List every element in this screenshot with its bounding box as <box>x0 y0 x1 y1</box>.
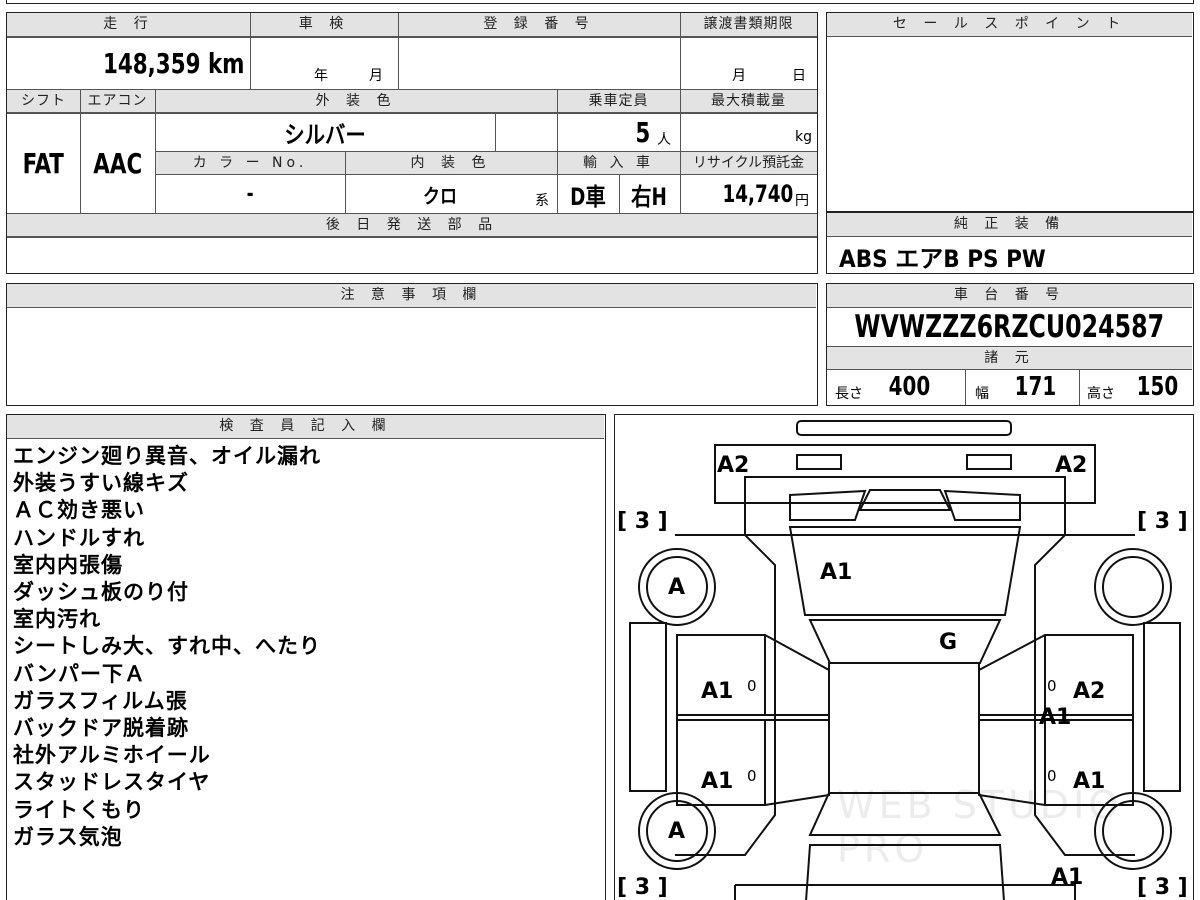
height-label: 高さ <box>1087 386 1115 402</box>
top-strip <box>6 0 1194 4</box>
mileage-value: 148,359 km <box>102 46 244 80</box>
mark-right-front-door: A2 <box>1073 679 1106 704</box>
inspector-note: バンパー下Ａ <box>13 661 147 686</box>
inspector-note: ガラスフィルム張 <box>13 688 188 713</box>
inspector-header: 検 査 員 記 入 欄 <box>7 415 604 439</box>
inspector-note: ＡＣ効き悪い <box>13 498 145 523</box>
capacity-unit: 人 <box>657 132 671 148</box>
exterior-color-value: シルバー <box>284 120 366 149</box>
mark-windshield: A1 <box>820 560 853 585</box>
inspector-note: ガラス気泡 <box>13 824 123 849</box>
aircon-value: AAC <box>93 146 142 180</box>
inspection-month: 月 <box>369 68 383 84</box>
damage-diagram-box: WEB STUDIO PRO [3] [3] [3] [3] A… <box>614 414 1194 900</box>
inspection-header: 車 検 <box>250 13 398 37</box>
inspector-notes: エンジン廻り異音、オイル漏れ 外装うすい線キズ ＡＣ効き悪い ハンドルすれ 室内内張傷ダ… <box>13 443 321 851</box>
max-load-unit: kg <box>795 129 812 145</box>
inspector-note: ハンドルすれ <box>13 525 145 550</box>
mark-zero-1: 0 <box>747 677 757 695</box>
inspector-note: 社外アルミホイール <box>13 743 211 768</box>
shift-header: シフト <box>7 89 80 113</box>
mileage-header: 走 行 <box>7 13 250 37</box>
shift-value: FAT <box>22 146 65 180</box>
inspector-note: スタッドレスタイヤ <box>13 770 211 795</box>
height-value: 150 <box>1136 372 1179 402</box>
mark-zero-4: 0 <box>1047 767 1057 785</box>
mark-rear-right: A1 <box>1051 865 1084 890</box>
transfer-deadline-header: 譲渡書類期限 <box>680 13 817 37</box>
mark-right-rear-door: A1 <box>1073 769 1106 794</box>
interior-color-suffix: 系 <box>535 193 549 209</box>
sales-point-header: セ ー ル ス ポ イ ン ト <box>827 13 1192 37</box>
color-no-header: カ ラ ー No. <box>155 151 345 175</box>
deadline-month: 月 <box>732 68 746 84</box>
inspector-note: ダッシュ板のり付 <box>13 580 189 605</box>
inspector-box: 検 査 員 記 入 欄 エンジン廻り異音、オイル漏れ 外装うすい線キズ ＡＣ効き悪い… <box>6 414 606 900</box>
inspector-note: バックドア脱着跡 <box>13 716 189 741</box>
inspector-note: エンジン廻り異音、オイル漏れ <box>13 444 321 468</box>
caution-box: 注 意 事 項 欄 <box>6 283 818 406</box>
capacity-header: 乗車定員 <box>557 89 680 113</box>
mark-wheel-rear-left: A <box>668 819 686 844</box>
mark-left-front-door: A1 <box>701 679 734 704</box>
max-load-header: 最大積載量 <box>680 89 817 113</box>
equipment-box: 純 正 装 備 ABS エアB PS PW <box>826 212 1194 274</box>
chassis-header: 車 台 番 号 <box>827 284 1192 308</box>
aircon-header: エアコン <box>80 89 155 113</box>
sales-point-box: セ ー ル ス ポ イ ン ト <box>826 12 1194 212</box>
deadline-day: 日 <box>792 68 806 84</box>
mark-zero-3: 0 <box>1047 677 1057 695</box>
mark-zero-2: 0 <box>747 767 757 785</box>
chassis-box: 車 台 番 号 WVWZZZ6RZCU024587 諸 元 長さ 400 幅 1… <box>826 283 1194 406</box>
inspector-note: 室内汚れ <box>13 607 101 632</box>
recycle-unit: 円 <box>795 193 809 209</box>
exterior-color-header: 外 装 色 <box>155 89 557 113</box>
chassis-number: WVWZZZ6RZCU024587 <box>854 309 1165 345</box>
mark-wheel-front-left: A <box>668 575 686 600</box>
tire-front-right: [ 3 ] <box>1137 509 1188 534</box>
specs-header: 諸 元 <box>827 346 1192 370</box>
car-outline <box>629 420 1181 900</box>
tire-rear-left: [ 3 ] <box>617 875 668 900</box>
color-no-value: - <box>246 181 254 207</box>
interior-color-value: クロ <box>423 183 457 208</box>
mark-right-center: A1 <box>1039 705 1072 730</box>
later-parts-header: 後 日 発 送 部 品 <box>7 213 817 237</box>
import-type: D車 <box>570 182 606 211</box>
length-value: 400 <box>888 372 931 402</box>
capacity-value: 5 <box>635 115 651 149</box>
width-label: 幅 <box>975 386 989 402</box>
registration-header: 登 録 番 号 <box>398 13 680 37</box>
tire-rear-right: [ 3 ] <box>1137 875 1188 900</box>
equipment-header: 純 正 装 備 <box>827 213 1192 237</box>
import-header: 輸 入 車 <box>557 151 680 175</box>
tire-front-left: [ 3 ] <box>617 509 668 534</box>
inspector-note: 室内内張傷 <box>13 552 123 577</box>
caution-header: 注 意 事 項 欄 <box>7 284 816 308</box>
length-label: 長さ <box>835 386 863 402</box>
mark-front-left: A2 <box>717 453 750 478</box>
vehicle-info-table: 走 行 車 検 登 録 番 号 譲渡書類期限 148,359 km 年 月 月 … <box>6 12 818 274</box>
width-value: 171 <box>1014 372 1057 402</box>
inspector-note: シートしみ大、すれ中、へたり <box>13 634 321 659</box>
import-handle: 右H <box>631 182 668 211</box>
interior-color-header: 内 装 色 <box>345 151 557 175</box>
mark-left-rear-door: A1 <box>701 769 734 794</box>
inspector-note: 外装うすい線キズ <box>13 471 189 496</box>
inspector-note: ライトくもり <box>13 797 145 822</box>
mark-front-right: A2 <box>1055 453 1088 478</box>
mark-roof: G <box>939 630 958 655</box>
recycle-header: リサイクル預託金 <box>680 151 817 175</box>
recycle-value: 14,740 <box>722 180 793 208</box>
equipment-value: ABS エアB PS PW <box>839 245 1046 273</box>
inspection-year: 年 <box>314 68 328 84</box>
